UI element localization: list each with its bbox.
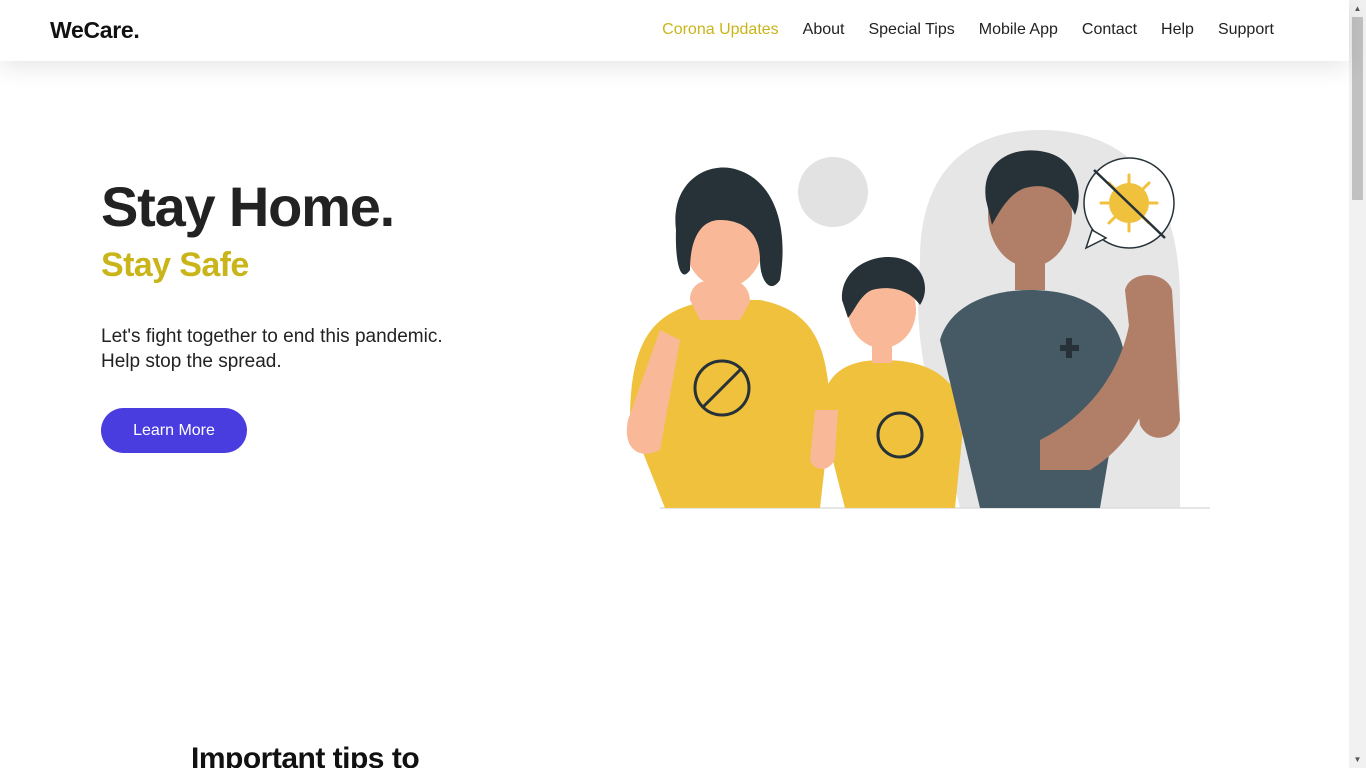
nav-link-special-tips[interactable]: Special Tips	[868, 21, 954, 39]
nav-link-corona-updates[interactable]: Corona Updates	[662, 21, 779, 39]
vertical-scrollbar[interactable]: ▲ ▼	[1349, 0, 1366, 768]
top-navbar: WeCare. Corona Updates About Special Tip…	[0, 0, 1349, 61]
woman-figure	[626, 167, 830, 508]
hero-subtitle: Stay Safe	[101, 246, 249, 284]
nav-link-contact[interactable]: Contact	[1082, 21, 1137, 39]
hero-description: Let's fight together to end this pandemi…	[101, 324, 443, 374]
nav-link-about[interactable]: About	[803, 21, 845, 39]
no-virus-icon	[1083, 157, 1175, 250]
nav-link-support[interactable]: Support	[1218, 21, 1274, 39]
bg-circle-small	[798, 157, 868, 227]
hero-description-line-2: Help stop the spread.	[101, 351, 282, 372]
hero-description-line-1: Let's fight together to end this pandemi…	[101, 326, 443, 347]
family-illustration-image	[626, 130, 1210, 509]
nav-link-mobile-app[interactable]: Mobile App	[979, 21, 1058, 39]
scroll-thumb[interactable]	[1352, 17, 1363, 200]
brand-logo[interactable]: WeCare.	[50, 17, 140, 44]
hero-title: Stay Home.	[101, 175, 395, 238]
scroll-down-arrow-icon[interactable]: ▼	[1349, 751, 1366, 768]
nav-link-help[interactable]: Help	[1161, 21, 1194, 39]
scroll-up-arrow-icon[interactable]: ▲	[1349, 0, 1366, 17]
nav-links: Corona Updates About Special Tips Mobile…	[662, 21, 1274, 39]
learn-more-button[interactable]: Learn More	[101, 408, 247, 453]
section-title: Important tips to	[191, 742, 420, 768]
